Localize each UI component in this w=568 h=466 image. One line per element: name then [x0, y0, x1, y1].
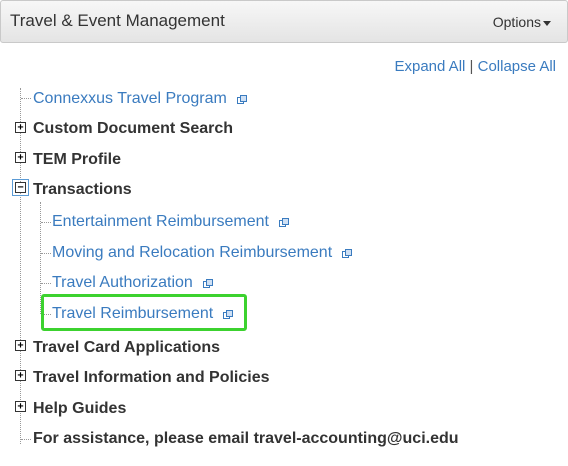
expand-plus-icon[interactable]: +	[15, 401, 26, 412]
external-link-icon	[202, 278, 213, 288]
tree-folder-custom-document-search[interactable]: Custom Document Search	[33, 120, 233, 138]
tree-connector	[21, 439, 31, 440]
external-link-icon	[223, 309, 234, 319]
node-label: Custom Document Search	[33, 120, 234, 137]
node-label: Connexxus Travel Program	[33, 90, 227, 107]
expand-collapse-links: Expand All | Collapse All	[394, 58, 556, 75]
tree-folder-transactions[interactable]: Transactions	[33, 181, 132, 199]
options-label: Options	[492, 14, 541, 30]
node-label: Transactions	[33, 181, 132, 198]
tree-link-travel-reimbursement[interactable]: Travel Reimbursement	[52, 305, 234, 323]
expand-plus-icon[interactable]: +	[15, 122, 26, 133]
node-label: Travel Authorization	[52, 274, 193, 291]
tree-link-entertainment[interactable]: Entertainment Reimbursement	[52, 213, 289, 231]
link-separator: |	[469, 58, 474, 75]
tree-connector	[21, 98, 31, 99]
tree-link-connexxus[interactable]: Connexxus Travel Program	[33, 90, 247, 108]
tree-connector	[41, 283, 51, 284]
tree-link-moving[interactable]: Moving and Relocation Reimbursement	[52, 244, 353, 262]
tree-connector	[41, 222, 51, 223]
expand-all-link[interactable]: Expand All	[394, 58, 465, 75]
caret-down-icon	[543, 20, 551, 26]
collapse-minus-icon[interactable]: −	[12, 179, 29, 196]
tree-folder-travel-info[interactable]: Travel Information and Policies	[33, 369, 270, 387]
node-label: For assistance, please email travel-acco…	[33, 430, 459, 447]
node-label: Travel Card Applications	[33, 339, 221, 356]
tree-folder-tem-profile[interactable]: TEM Profile	[33, 151, 121, 169]
external-link-icon	[236, 94, 247, 104]
expand-plus-icon[interactable]: +	[15, 152, 26, 163]
assistance-note: For assistance, please email travel-acco…	[33, 430, 459, 448]
node-label: TEM Profile	[33, 151, 122, 168]
expand-plus-icon[interactable]: +	[15, 370, 26, 381]
tree-folder-help-guides[interactable]: Help Guides	[33, 400, 126, 418]
tree-link-travel-authorization[interactable]: Travel Authorization	[52, 274, 213, 292]
collapse-all-link[interactable]: Collapse All	[478, 58, 556, 75]
tree-main-line	[20, 88, 21, 444]
node-label: Entertainment Reimbursement	[52, 213, 269, 230]
expand-plus-icon[interactable]: +	[15, 340, 26, 351]
external-link-icon	[278, 217, 289, 227]
node-label: Travel Information and Policies	[33, 369, 270, 386]
node-label: Help Guides	[33, 400, 127, 417]
node-label: Moving and Relocation Reimbursement	[52, 244, 333, 261]
node-label: Travel Reimbursement	[52, 305, 214, 322]
external-link-icon	[342, 248, 353, 258]
page-title: Travel & Event Management	[10, 11, 225, 30]
header-bar: Travel & Event Management Options	[0, 0, 568, 43]
tree-connector	[41, 253, 51, 254]
options-menu-button[interactable]: Options	[493, 14, 551, 30]
tree-folder-travel-card[interactable]: Travel Card Applications	[33, 339, 220, 357]
